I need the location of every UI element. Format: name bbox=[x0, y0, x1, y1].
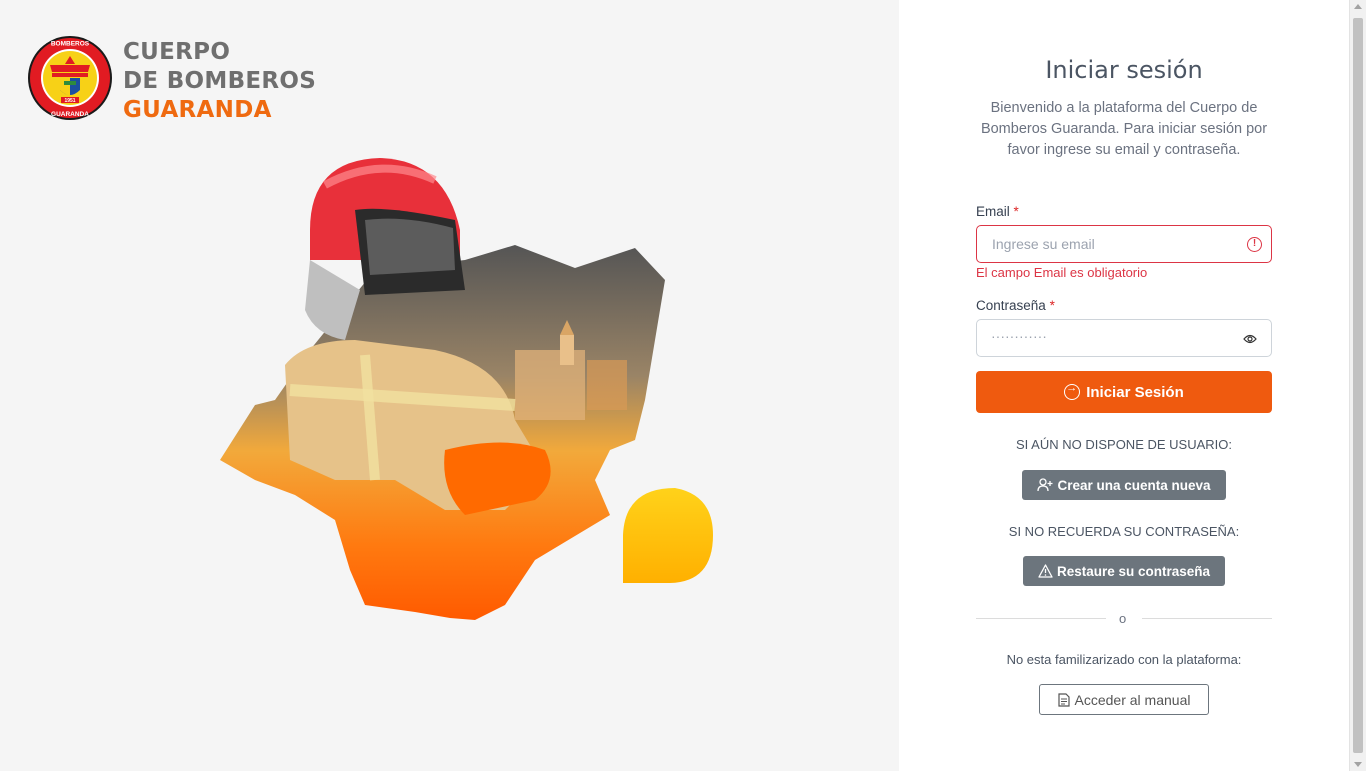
arrow-right-circle-icon bbox=[1064, 382, 1081, 400]
email-field[interactable]: Ingrese su email ! bbox=[976, 225, 1272, 263]
fire-department-seal: BOMBEROS GUARANDA 1951 bbox=[28, 28, 113, 128]
eye-icon[interactable] bbox=[1243, 332, 1257, 350]
password-label-text: Contraseña bbox=[976, 298, 1046, 313]
manual-button[interactable]: Acceder al manual bbox=[1039, 684, 1209, 715]
email-label-text: Email bbox=[976, 204, 1010, 219]
brand-logo: BOMBEROS GUARANDA 1951 CUERPO DE BOMBERO… bbox=[28, 28, 316, 128]
exclamation-circle-icon: ! bbox=[1247, 237, 1262, 252]
divider-line-left bbox=[976, 618, 1106, 619]
brand-name: CUERPO DE BOMBEROS GUARANDA bbox=[123, 38, 316, 125]
create-account-label: Crear una cuenta nueva bbox=[1057, 477, 1211, 493]
email-label: Email * bbox=[976, 204, 1019, 219]
restore-password-button[interactable]: Restaure su contraseña bbox=[1023, 556, 1225, 586]
seal-year-text: 1951 bbox=[64, 98, 75, 104]
login-intro: Bienvenido a la plataforma del Cuerpo de… bbox=[980, 100, 1268, 158]
document-icon bbox=[1057, 692, 1070, 707]
scrollbar-thumb[interactable] bbox=[1353, 18, 1363, 753]
password-field[interactable]: ············ bbox=[976, 319, 1272, 357]
scroll-up-arrow-icon[interactable] bbox=[1354, 4, 1362, 9]
divider-text: o bbox=[1119, 611, 1127, 626]
scroll-down-arrow-icon[interactable] bbox=[1354, 762, 1362, 767]
password-placeholder: ············ bbox=[991, 328, 1047, 344]
warning-triangle-icon bbox=[1038, 564, 1053, 578]
login-button[interactable]: Iniciar Sesión bbox=[976, 371, 1272, 413]
person-plus-icon bbox=[1037, 478, 1053, 492]
login-panel: Iniciar sesión Bienvenido a la plataform… bbox=[899, 0, 1349, 771]
email-placeholder: Ingrese su email bbox=[992, 236, 1095, 252]
brand-line-2: DE BOMBEROS bbox=[123, 68, 317, 94]
required-mark: * bbox=[1013, 204, 1019, 219]
seal-top-text: BOMBEROS bbox=[51, 41, 90, 48]
forgot-caption: SI NO RECUERDA SU CONTRASEÑA: bbox=[1008, 524, 1240, 539]
create-account-button[interactable]: Crear una cuenta nueva bbox=[1022, 470, 1226, 500]
manual-caption: No esta familizarizado con la plataforma… bbox=[1006, 652, 1242, 667]
firefighter-illustration bbox=[215, 150, 725, 630]
no-user-caption: SI AÚN NO DISPONE DE USUARIO: bbox=[1016, 437, 1232, 452]
restore-password-label: Restaure su contraseña bbox=[1056, 563, 1211, 579]
required-mark: * bbox=[1049, 298, 1055, 313]
login-button-label: Iniciar Sesión bbox=[1086, 383, 1184, 401]
brand-line-1: CUERPO bbox=[123, 39, 231, 65]
hero-panel: BOMBEROS GUARANDA 1951 CUERPO DE BOMBERO… bbox=[0, 0, 899, 771]
email-error-message: El campo Email es obligatorio bbox=[976, 265, 1148, 280]
brand-line-3: GUARANDA bbox=[123, 97, 272, 123]
or-divider: o bbox=[976, 611, 1272, 626]
seal-bottom-text: GUARANDA bbox=[51, 111, 89, 118]
vertical-scrollbar[interactable] bbox=[1349, 0, 1366, 771]
login-title: Iniciar sesión bbox=[1045, 56, 1203, 84]
manual-button-label: Acceder al manual bbox=[1074, 691, 1191, 708]
password-label: Contraseña * bbox=[976, 298, 1055, 313]
divider-line-right bbox=[1142, 618, 1272, 619]
